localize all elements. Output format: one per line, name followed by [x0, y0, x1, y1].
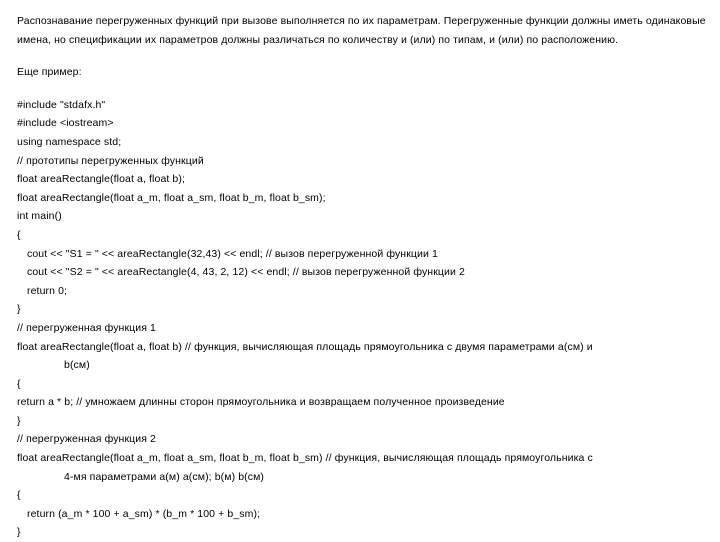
slide-canvas: Распознавание перегруженных функций при … — [0, 0, 720, 540]
code-line: float areaRectangle(float a, float b) //… — [17, 340, 593, 353]
code-line: } — [17, 526, 21, 539]
code-line: cout << "S1 = " << areaRectangle(32,43) … — [27, 247, 438, 260]
code-line: cout << "S2 = " << areaRectangle(4, 43, … — [27, 266, 465, 279]
code-line: // перегруженная функция 2 — [17, 433, 156, 446]
example-label: Еще пример: — [17, 66, 82, 79]
code-line: } — [17, 303, 21, 316]
code-line: float areaRectangle(float a, float b); — [17, 173, 186, 186]
code-line: int main() — [17, 210, 62, 223]
code-line: // прототипы перегруженных функций — [17, 154, 204, 167]
code-line: b(см) — [64, 359, 90, 372]
code-line: return a * b; // умножаем длинны сторон … — [17, 396, 505, 409]
code-line: return (a_m * 100 + a_sm) * (b_m * 100 +… — [27, 507, 261, 520]
code-line: { — [17, 228, 21, 241]
code-line: float areaRectangle(float a_m, float a_s… — [17, 452, 593, 465]
code-spacer — [17, 82, 707, 96]
code-line: float areaRectangle(float a_m, float a_s… — [17, 191, 326, 204]
code-line: { — [17, 377, 21, 390]
code-line: #include <iostream> — [17, 117, 114, 130]
code-line: // перегруженная функция 1 — [17, 321, 156, 334]
code-line: return 0; — [27, 284, 68, 297]
intro-paragraph: Распознавание перегруженных функций при … — [17, 15, 706, 46]
code-line: { — [17, 489, 21, 502]
code-line: } — [17, 414, 21, 427]
slide-content: Распознавание перегруженных функций при … — [17, 12, 707, 542]
code-line: 4-мя параметрами a(м) a(см); b(м) b(см) — [64, 470, 265, 483]
code-block: #include "stdafx.h" #include <iostream> us… — [17, 96, 707, 542]
code-line: using namespace std; — [17, 135, 122, 148]
code-line: #include "stdafx.h" — [17, 98, 106, 111]
